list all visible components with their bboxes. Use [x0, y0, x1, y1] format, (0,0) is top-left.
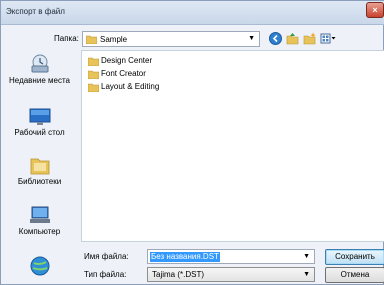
network-icon [30, 256, 49, 276]
recent-places-icon [31, 54, 48, 73]
folder-icon [86, 35, 97, 44]
folder-value: Sample [100, 35, 128, 44]
file-name: Font Creator [101, 69, 146, 78]
folder-icon [88, 83, 99, 92]
filetype-label: Тип файла: [84, 270, 127, 279]
cancel-button[interactable]: Отмена [325, 267, 384, 283]
save-button[interactable]: Сохранить [325, 249, 384, 265]
computer-icon [29, 206, 50, 223]
place-libraries[interactable]: Библиотеки [1, 155, 78, 187]
desktop-icon [29, 108, 50, 125]
file-list[interactable]: Design Center Font Creator Layout & Edit… [81, 50, 384, 242]
places-bar: Недавние места Рабочий стол Библиотеки К… [1, 51, 78, 283]
new-folder-icon[interactable] [303, 32, 316, 45]
filename-label: Имя файла: [84, 252, 129, 261]
back-icon[interactable] [269, 32, 282, 45]
chevron-down-icon: ▼ [248, 35, 255, 42]
title-bar: Экспорт в файл × [1, 1, 384, 25]
filename-value: Без названия.DST [150, 252, 220, 262]
file-name: Design Center [101, 56, 153, 65]
place-network[interactable] [1, 255, 78, 279]
place-label: Недавние места [9, 76, 70, 85]
folder-toolbar [269, 31, 379, 47]
place-label: Рабочий стол [14, 128, 65, 137]
libraries-icon [30, 158, 49, 175]
place-label: Библиотеки [17, 177, 62, 186]
filetype-select[interactable]: Tajima (*.DST) ▼ [147, 267, 315, 282]
place-computer[interactable]: Компьютер [1, 205, 78, 237]
up-folder-icon[interactable] [286, 32, 299, 45]
window-title: Экспорт в файл [6, 7, 65, 16]
folder-row: Папка: Sample ▼ [1, 30, 384, 48]
place-label: Компьютер [18, 227, 61, 236]
close-button[interactable]: × [366, 2, 384, 18]
views-menu-icon[interactable] [320, 32, 336, 45]
file-name: Layout & Editing [101, 82, 160, 91]
folder-icon [88, 70, 99, 79]
export-dialog: Экспорт в файл × Папка: Sample ▼ Недавни… [0, 0, 384, 285]
folder-label: Папка: [54, 34, 79, 43]
chevron-down-icon[interactable]: ▼ [303, 253, 310, 260]
folder-dropdown[interactable]: Sample ▼ [82, 31, 260, 47]
filename-input[interactable]: Без названия.DST ▼ [147, 249, 315, 264]
place-desktop[interactable]: Рабочий стол [1, 108, 78, 138]
filetype-value: Tajima (*.DST) [152, 270, 205, 279]
place-recent[interactable]: Недавние места [1, 54, 78, 86]
chevron-down-icon: ▼ [303, 271, 310, 278]
folder-icon [88, 57, 99, 66]
